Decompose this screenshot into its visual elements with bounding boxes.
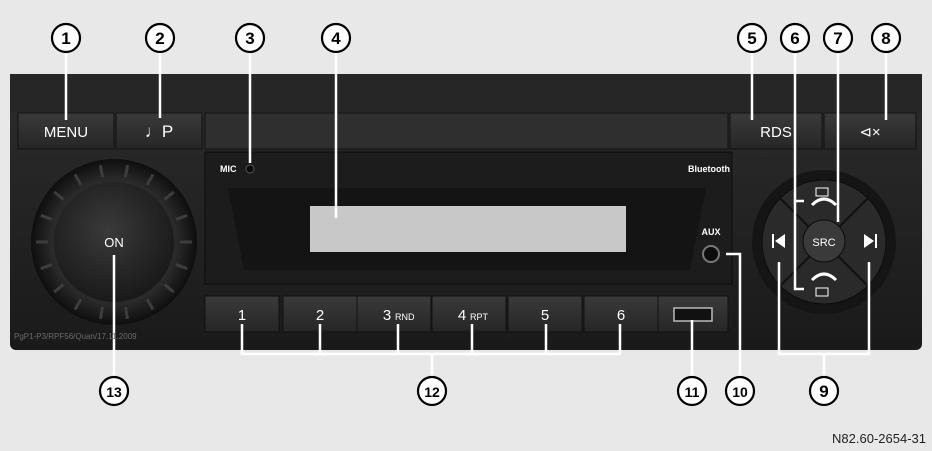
note-icon: ♩P	[145, 122, 173, 141]
preset-label: 6	[617, 307, 625, 324]
callout-11: 11	[676, 375, 708, 407]
preset-label: 5	[541, 307, 549, 324]
mute-icon: ⊲×	[859, 124, 880, 141]
knob-grip-tick	[98, 306, 105, 320]
preset-buttons: 1 2 3 RND 4 RPT 5 6	[204, 295, 659, 333]
callout-number: 1	[61, 29, 70, 48]
callout-9: 9	[808, 375, 840, 407]
callout-6: 6	[779, 22, 811, 54]
on-label: ON	[104, 235, 124, 250]
serial-text: PgP1-P3/RPF56/Quan/17.11.2009	[14, 332, 137, 341]
callout-10: 10	[724, 375, 756, 407]
callout-number: 12	[424, 384, 440, 400]
callout-number: 11	[685, 384, 700, 400]
preset-label: 1	[238, 307, 246, 324]
callout-number: 13	[106, 384, 122, 400]
chassis-top-edge	[10, 74, 922, 112]
callout-number: 8	[881, 29, 890, 48]
bluetooth-label: Bluetooth	[688, 164, 730, 174]
display-screen	[310, 206, 626, 252]
callout-8: 8	[870, 22, 902, 54]
callout-number: 9	[819, 382, 828, 401]
rds-button-label: RDS	[760, 124, 792, 141]
preset-sublabel: RND	[395, 312, 415, 322]
callout-12: 12	[416, 375, 448, 407]
mic-label: MIC	[220, 164, 237, 174]
microphone	[245, 164, 255, 174]
preset-sublabel: RPT	[470, 312, 489, 322]
cd-slot-bar	[204, 112, 729, 150]
src-label: SRC	[812, 237, 835, 249]
preset-label: 3	[383, 307, 391, 324]
preset-button-4[interactable]: 4 RPT	[431, 295, 507, 333]
callout-number: 4	[331, 29, 341, 48]
callout-3: 3	[234, 22, 266, 54]
callout-2: 2	[144, 22, 176, 54]
callout-number: 7	[833, 29, 842, 48]
callout-number: 10	[732, 384, 748, 400]
aux-socket[interactable]	[702, 245, 720, 263]
figure-code: N82.60-2654-31	[832, 431, 926, 446]
knob-grip-tick	[123, 164, 130, 178]
sound-button[interactable]: ♩P	[115, 112, 203, 150]
callout-5: 5	[736, 22, 768, 54]
callout-1: 1	[50, 22, 82, 54]
rds-button[interactable]: RDS	[729, 112, 823, 150]
knob-grip-tick	[98, 164, 105, 178]
callout-number: 3	[245, 29, 254, 48]
preset-button-3[interactable]: 3 RND	[356, 295, 432, 333]
aux-label: AUX	[701, 227, 720, 237]
callout-7: 7	[822, 22, 854, 54]
preset-label: 4	[458, 307, 466, 324]
callout-4: 4	[320, 22, 352, 54]
menu-button-label: MENU	[44, 124, 88, 141]
knob-grip-tick	[123, 306, 130, 320]
callout-13: 13	[98, 375, 130, 407]
callout-number: 6	[790, 29, 799, 48]
callout-number: 2	[155, 29, 164, 48]
src-button[interactable]: SRC	[802, 219, 846, 263]
radio-diagram: MENU ♩P RDS ⊲× MIC Bluetooth AUX 1 2 3 RND 4…	[10, 22, 922, 407]
callout-number: 5	[747, 29, 756, 48]
preset-label: 2	[316, 307, 324, 324]
